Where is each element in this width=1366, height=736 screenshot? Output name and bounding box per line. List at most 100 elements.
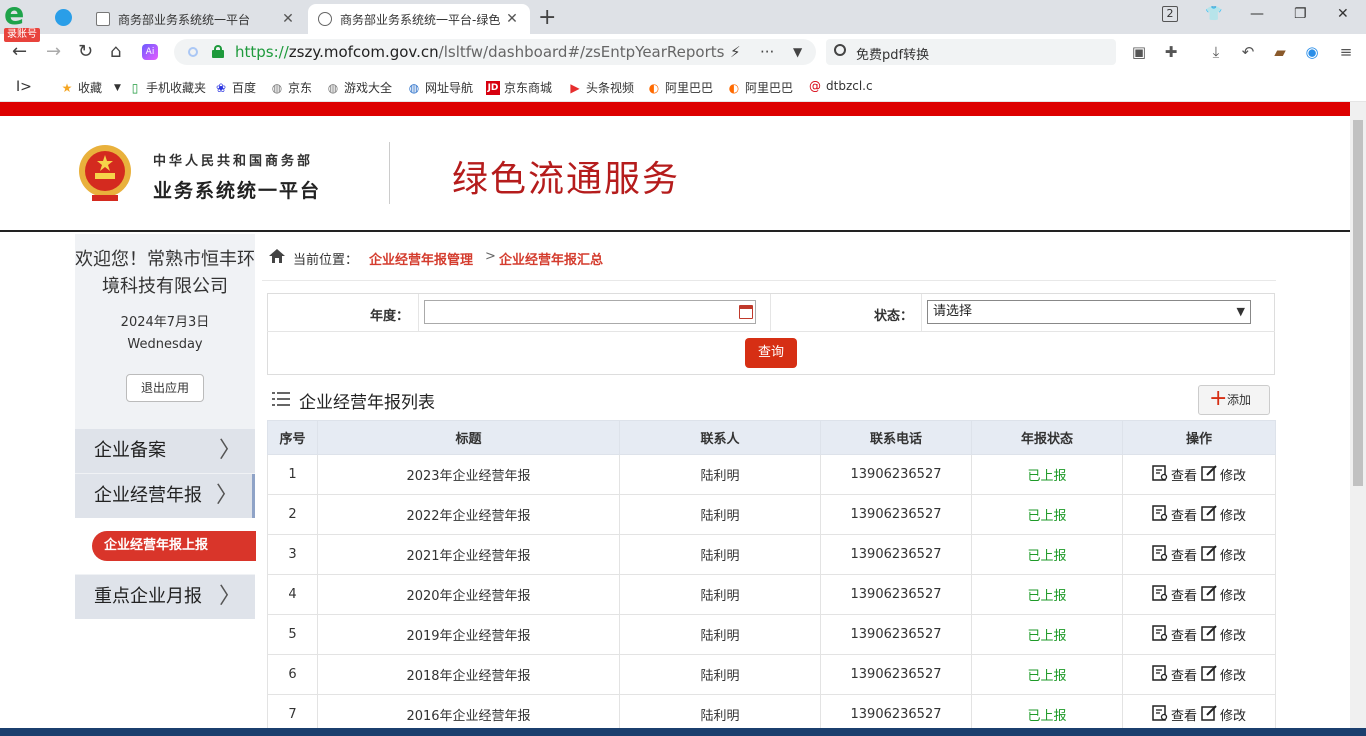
scrollbar-thumb[interactable] [1353, 120, 1363, 486]
sidebar-item-annual-report[interactable]: 企业经营年报 〉 [75, 474, 255, 518]
briefcase-icon[interactable]: ▰ [1272, 44, 1288, 60]
bookmark-jd-mall[interactable]: JD 京东商城 [486, 79, 552, 96]
view-button[interactable]: 查看 [1152, 584, 1197, 605]
bookmark-dtbzcl[interactable]: @ dtbzcl.c [808, 79, 873, 93]
window-close-icon[interactable]: ✕ [1337, 6, 1349, 22]
breadcrumb-level2[interactable]: 企业经营年报汇总 [499, 249, 603, 268]
add-button-label: 添加 [1227, 393, 1252, 407]
bookmark-games[interactable]: ◍ 游戏大全 [326, 79, 392, 96]
close-icon[interactable]: ✕ [504, 11, 520, 27]
sidebar-toggle-icon[interactable]: I> [16, 79, 32, 95]
jd-icon: JD [486, 80, 500, 95]
close-icon[interactable]: ✕ [280, 11, 296, 27]
bookmark-baidu[interactable]: ❀ 百度 [214, 79, 256, 96]
view-button[interactable]: 查看 [1152, 544, 1197, 565]
browser-tab-2[interactable]: 商务部业务系统统一平台-绿色 ✕ [308, 4, 530, 34]
page-scrollbar[interactable] [1350, 102, 1366, 736]
edit-icon [1201, 464, 1220, 485]
platform-name: 业务系统统一平台 [153, 180, 322, 202]
chevron-down-icon[interactable]: ▼ [793, 45, 802, 59]
extension-puzzle-icon[interactable]: ✚ [1163, 44, 1179, 60]
edit-button[interactable]: 修改 [1201, 664, 1246, 685]
filter-divider [418, 294, 419, 331]
minimize-icon[interactable]: — [1250, 6, 1264, 22]
edge-icon[interactable]: ◉ [1304, 44, 1320, 60]
edit-icon [1201, 664, 1220, 685]
status-select-value: 请选择 [933, 304, 973, 319]
star-icon: ★ [61, 80, 73, 95]
new-tab-button[interactable]: + [538, 5, 556, 30]
plus-icon: + [1209, 386, 1228, 411]
bookmark-favorites[interactable]: ★ 收藏 ▼ [60, 79, 121, 96]
home-icon[interactable]: ⌂ [110, 41, 121, 62]
column-header: 联系电话 [820, 420, 972, 455]
refresh-icon[interactable]: ↻ [78, 41, 93, 62]
top-red-bar [0, 102, 1350, 116]
alibaba-icon: ◐ [728, 80, 740, 95]
table-header-row: 序号 标题 联系人 联系电话 年报状态 操作 [267, 420, 1276, 455]
row-contact: 陆利明 [619, 574, 821, 615]
row-status: 已上报 [971, 454, 1123, 495]
year-input[interactable] [424, 300, 756, 324]
breadcrumb-level1[interactable]: 企业经营年报管理 [369, 249, 473, 268]
edit-button[interactable]: 修改 [1201, 504, 1246, 525]
bookmark-alibaba-1[interactable]: ◐ 阿里巴巴 [647, 79, 713, 96]
year-label: 年度： [370, 309, 410, 324]
lightning-icon[interactable]: ⚡ [730, 43, 741, 61]
undo-icon[interactable]: ↶ [1240, 44, 1256, 60]
ai-assistant-icon[interactable]: Ai [142, 44, 158, 60]
bookmark-jd[interactable]: ◍ 京东 [270, 79, 312, 96]
row-number: 2 [267, 494, 318, 535]
url-text[interactable]: https://zszy.mofcom.gov.cn/lsltfw/dashbo… [235, 43, 724, 61]
telegram-icon[interactable] [55, 9, 72, 26]
status-select[interactable]: 请选择 ▼ [927, 300, 1251, 324]
home-icon [269, 249, 285, 263]
browser-tab-1[interactable]: 商务部业务系统统一平台 ✕ [86, 4, 306, 34]
row-title: 2022年企业经营年报 [317, 494, 620, 535]
chevron-down-icon: ▼ [1236, 305, 1245, 318]
download-icon[interactable]: ⤓ [1208, 44, 1224, 60]
breadcrumb-separator: > [485, 249, 496, 264]
view-button[interactable]: 查看 [1152, 464, 1197, 485]
search-suggestion[interactable]: 免费pdf转换 [856, 44, 929, 63]
login-account-badge[interactable]: 录账号 [4, 28, 40, 42]
view-button[interactable]: 查看 [1152, 664, 1197, 685]
query-button[interactable]: 查询 [745, 338, 797, 368]
maximize-icon[interactable]: ❐ [1294, 6, 1307, 22]
shirt-icon[interactable]: 👕 [1205, 6, 1222, 22]
play-icon: ▶ [570, 80, 580, 95]
sidebar-item-registration[interactable]: 企业备案 〉 [75, 429, 255, 473]
view-button[interactable]: 查看 [1152, 624, 1197, 645]
menu-icon[interactable]: ≡ [1338, 44, 1354, 60]
edit-button[interactable]: 修改 [1201, 544, 1246, 565]
bookmark-toutiao[interactable]: ▶ 头条视频 [568, 79, 634, 96]
back-arrow-icon[interactable]: ← [12, 41, 27, 62]
bookmark-nav[interactable]: ◍ 网址导航 [407, 79, 473, 96]
tab-count-badge[interactable]: 2 [1162, 6, 1178, 22]
edit-button[interactable]: 修改 [1201, 624, 1246, 645]
site-info-icon[interactable] [188, 47, 198, 57]
reader-icon[interactable]: ▣ [1131, 44, 1147, 60]
list-icon [272, 392, 290, 406]
calendar-icon[interactable] [739, 305, 753, 319]
view-button[interactable]: 查看 [1152, 704, 1197, 725]
national-emblem-icon [79, 145, 131, 201]
more-dots-icon[interactable]: ··· [760, 43, 774, 61]
edit-button[interactable]: 修改 [1201, 704, 1246, 725]
bookmark-mobile[interactable]: ▯ 手机收藏夹 [128, 79, 206, 96]
edit-button[interactable]: 修改 [1201, 464, 1246, 485]
globe-icon: ◍ [327, 80, 339, 95]
bookmark-alibaba-2[interactable]: ◐ 阿里巴巴 [727, 79, 793, 96]
lock-icon[interactable] [212, 45, 224, 58]
sidebar-item-monthly-report[interactable]: 重点企业月报 〉 [75, 575, 255, 619]
forward-arrow-icon[interactable]: → [46, 41, 61, 62]
edit-button[interactable]: 修改 [1201, 584, 1246, 605]
logout-button[interactable]: 退出应用 [126, 374, 204, 402]
table-row: 6 2018年企业经营年报 陆利明 13906236527 已上报 查看 修改 [267, 654, 1276, 695]
view-button[interactable]: 查看 [1152, 504, 1197, 525]
sidebar-item-label: 企业备案 [94, 440, 166, 461]
add-button[interactable]: + 添加 [1198, 385, 1270, 415]
row-title: 2018年企业经营年报 [317, 654, 620, 695]
browser-logo-icon[interactable]: e [4, 0, 32, 30]
sidebar-subitem-annual-report-submit[interactable]: 企业经营年报上报 [92, 531, 256, 561]
